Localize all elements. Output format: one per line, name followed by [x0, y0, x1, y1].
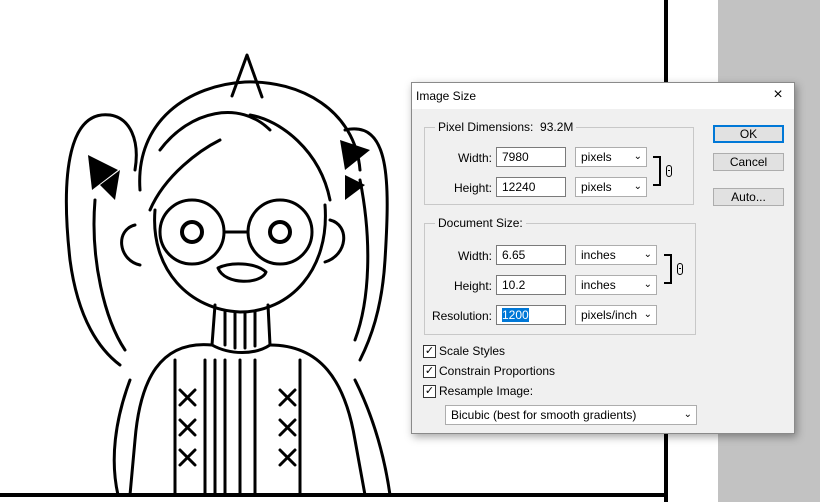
doc-width-label: Width: — [457, 249, 492, 263]
doc-link-bracket — [664, 254, 672, 284]
link-icon — [677, 263, 683, 275]
pixel-dimensions-size: 93.2M — [540, 120, 574, 134]
constrain-proportions-checkbox[interactable]: ✓ — [423, 365, 436, 378]
pixel-width-label: Width: — [457, 151, 492, 165]
document-size-label: Document Size: — [435, 216, 526, 230]
image-size-dialog: Image Size × Pixel Dimensions: 93.2M Wid… — [411, 82, 795, 434]
constrain-proportions-label[interactable]: Constrain Proportions — [439, 364, 555, 378]
pixel-width-unit-select[interactable]: pixels ⌄ — [575, 147, 647, 167]
doc-height-unit-value: inches — [581, 278, 616, 292]
chevron-down-icon: ⌄ — [683, 409, 692, 420]
resolution-value: 1200 — [502, 308, 529, 322]
doc-height-label: Height: — [453, 279, 492, 293]
doc-height-input[interactable]: 10.2 — [496, 275, 566, 295]
resolution-input[interactable]: 1200 — [496, 305, 566, 325]
doc-height-unit-select[interactable]: inches ⌄ — [575, 275, 657, 295]
doc-width-unit-value: inches — [581, 248, 616, 262]
pixel-width-input[interactable]: 7980 — [496, 147, 566, 167]
resample-method-select[interactable]: Bicubic (best for smooth gradients) ⌄ — [445, 405, 697, 425]
doc-width-input[interactable]: 6.65 — [496, 245, 566, 265]
resample-image-checkbox[interactable]: ✓ — [423, 385, 436, 398]
resample-image-label[interactable]: Resample Image: — [439, 384, 533, 398]
pixel-height-input[interactable]: 12240 — [496, 177, 566, 197]
pixel-link-bracket — [653, 156, 661, 186]
page-border-bottom — [0, 493, 668, 497]
close-icon[interactable]: × — [770, 87, 786, 103]
ok-button[interactable]: OK — [713, 125, 784, 143]
resolution-unit-select[interactable]: pixels/inch ⌄ — [575, 305, 657, 325]
chevron-down-icon: ⌄ — [633, 151, 642, 162]
chevron-down-icon: ⌄ — [643, 309, 652, 320]
chevron-down-icon: ⌄ — [633, 181, 642, 192]
pixel-height-unit-value: pixels — [581, 180, 612, 194]
scale-styles-checkbox[interactable]: ✓ — [423, 345, 436, 358]
chevron-down-icon: ⌄ — [643, 279, 652, 290]
scale-styles-label[interactable]: Scale Styles — [439, 344, 505, 358]
dialog-title: Image Size — [416, 89, 477, 103]
resolution-unit-value: pixels/inch — [581, 308, 638, 322]
link-icon — [666, 165, 672, 177]
pixel-dimensions-label: Pixel Dimensions: 93.2M — [435, 120, 577, 134]
dialog-titlebar[interactable]: Image Size × — [412, 83, 794, 109]
pixel-height-unit-select[interactable]: pixels ⌄ — [575, 177, 647, 197]
chevron-down-icon: ⌄ — [643, 249, 652, 260]
pixel-height-label: Height: — [453, 181, 492, 195]
doc-width-unit-select[interactable]: inches ⌄ — [575, 245, 657, 265]
pixel-width-unit-value: pixels — [581, 150, 612, 164]
cancel-button[interactable]: Cancel — [713, 153, 784, 171]
resample-method-value: Bicubic (best for smooth gradients) — [451, 408, 637, 422]
auto-button[interactable]: Auto... — [713, 188, 784, 206]
resolution-label: Resolution: — [431, 309, 492, 323]
